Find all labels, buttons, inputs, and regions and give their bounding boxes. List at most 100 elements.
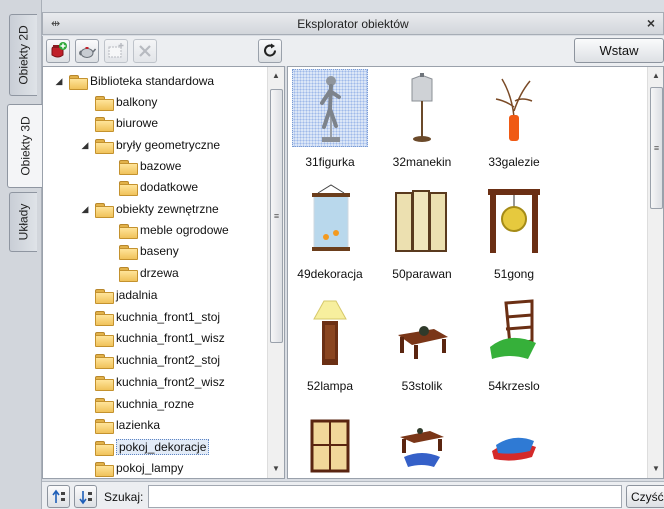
tree-item[interactable]: ◢ obiekty zewnętrzne [79,199,219,219]
tree-item-label: kuchnia_front2_wisz [116,375,225,389]
scroll-down-arrow-icon[interactable]: ▼ [648,461,663,477]
thumbnail [476,293,552,371]
tree-item[interactable]: ◢ Biblioteka standardowa [53,71,214,91]
tree-item[interactable]: kuchnia_front2_stoj [79,350,220,370]
tree-item-selected[interactable]: pokoj_dekoracje [79,437,210,457]
tree-item[interactable]: jadalnia [79,285,157,305]
tree-item[interactable]: meble ogrodowe [103,220,229,240]
tree-item[interactable]: kuchnia_rozne [79,394,194,414]
folder-icon [95,353,114,369]
tab-layouts[interactable]: Układy [9,192,37,252]
tree-item-label: jadalnia [116,288,158,302]
thumbnail [384,181,460,259]
scroll-up-arrow-icon[interactable]: ▲ [268,68,284,84]
tree-item-label: drzewa [140,266,179,280]
tree-item-label: kuchnia_rozne [116,397,195,411]
folder-icon [95,310,114,326]
window-title: Eksplorator obiektów [297,17,409,31]
folder-icon [95,331,114,347]
delete-button[interactable] [133,39,157,63]
search-label: Szukaj: [104,490,144,504]
object-label: 32manekin [392,155,452,169]
object-tile[interactable]: 32manekin [376,69,468,169]
folder-icon [95,397,114,413]
insert-button[interactable]: Wstaw [574,38,664,63]
collapse-arrow-icon[interactable]: ◢ [79,204,91,215]
add-object-button[interactable] [46,39,70,63]
sort-descending-button[interactable] [74,485,97,508]
object-tile[interactable]: 52lampa [288,293,376,393]
collapse-arrow-icon[interactable]: ◢ [79,140,91,151]
object-tile[interactable]: 53stolik [376,293,468,393]
low-table-icon [398,326,448,359]
new-folder-button[interactable] [104,39,128,63]
object-label: 51gong [493,267,535,281]
object-tile[interactable]: 49dekoracja [288,181,376,281]
title-bar: ⇹ Eksplorator obiektów × [42,12,664,35]
tree-item[interactable]: ◢ bryły geometryczne [79,135,220,155]
thumbnail [384,69,460,147]
tree-item[interactable]: kuchnia_front2_wisz [79,372,225,392]
clear-button[interactable]: Czyść [626,485,664,508]
tree-item[interactable]: pokoj_lampy [79,458,183,478]
folder-icon [95,138,114,154]
search-bar: Szukaj: Czyść [42,481,664,509]
object-tile[interactable]: 50parawan [376,181,468,281]
vertical-tab-strip: Obiekty 2D Obiekty 3D Układy [0,0,43,509]
scrollbar-thumb[interactable]: ≡ [270,89,283,343]
thumbnail [292,293,368,371]
thumbnail [292,181,368,259]
tree-item[interactable]: baseny [103,241,179,261]
tree-scrollbar[interactable]: ▲ ≡ ▼ [267,67,284,478]
tree-item[interactable]: lazienka [79,415,160,435]
object-tile[interactable]: 33galezie [468,69,560,169]
scroll-down-arrow-icon[interactable]: ▼ [268,461,284,477]
lantern-cabinet-icon [310,419,350,473]
scrollbar-thumb[interactable]: ≡ [650,87,663,209]
search-input[interactable] [148,485,622,508]
object-tile[interactable]: 51gong [468,181,560,281]
tree-item-label: meble ogrodowe [140,223,229,237]
tree-item-label: biurowe [116,116,159,130]
tab-objects-3d[interactable]: Obiekty 3D [7,104,43,188]
tree-item-label: obiekty zewnętrzne [116,202,219,216]
refresh-button[interactable] [258,39,282,63]
object-tile[interactable]: 31figurka [288,69,376,169]
tree-item[interactable]: balkony [79,92,157,112]
tree-item[interactable]: dodatkowe [103,177,198,197]
folder-tree: ◢ Biblioteka standardowa balkony biurowe… [42,66,285,479]
tree-item[interactable]: drzewa [103,263,179,283]
thumbnail [292,69,368,147]
edit-object-button[interactable] [75,39,99,63]
tab-layouts-label: Układy [16,203,31,241]
tree-item[interactable]: bazowe [103,156,181,176]
wall-scroll-icon [312,184,350,251]
collapse-arrow-icon[interactable]: ◢ [53,76,65,87]
folder-icon [95,461,114,477]
close-icon[interactable]: × [647,15,655,31]
tree-item[interactable]: kuchnia_front1_wisz [79,328,225,348]
thumbnail [476,181,552,259]
object-explorer-window: Obiekty 2D Obiekty 3D Układy ⇹ Eksplorat… [0,0,664,509]
object-tile[interactable]: 54krzeslo [468,293,560,393]
tree-item[interactable]: kuchnia_front1_stoj [79,307,220,327]
sort-up-icon [51,489,65,503]
mannequin-icon [411,73,433,142]
object-tile[interactable] [288,405,376,478]
tree-item[interactable]: biurowe [79,113,158,133]
thumbnail [476,69,552,147]
folder-icon [95,440,114,456]
object-tile[interactable] [468,405,560,478]
object-tile[interactable] [376,405,468,478]
table-lamp-icon [313,300,347,365]
scroll-up-arrow-icon[interactable]: ▲ [648,68,663,84]
tree-item-label: kuchnia_front2_stoj [116,353,221,367]
object-label: 52lampa [306,379,354,393]
folder-icon [119,266,138,282]
tab-objects-2d[interactable]: Obiekty 2D [9,14,37,96]
sort-ascending-button[interactable] [47,485,70,508]
object-label: 54krzeslo [488,379,540,393]
refresh-icon [264,43,277,57]
folder-icon [95,95,114,111]
grid-scrollbar[interactable]: ▲ ≡ ▼ [647,67,663,478]
